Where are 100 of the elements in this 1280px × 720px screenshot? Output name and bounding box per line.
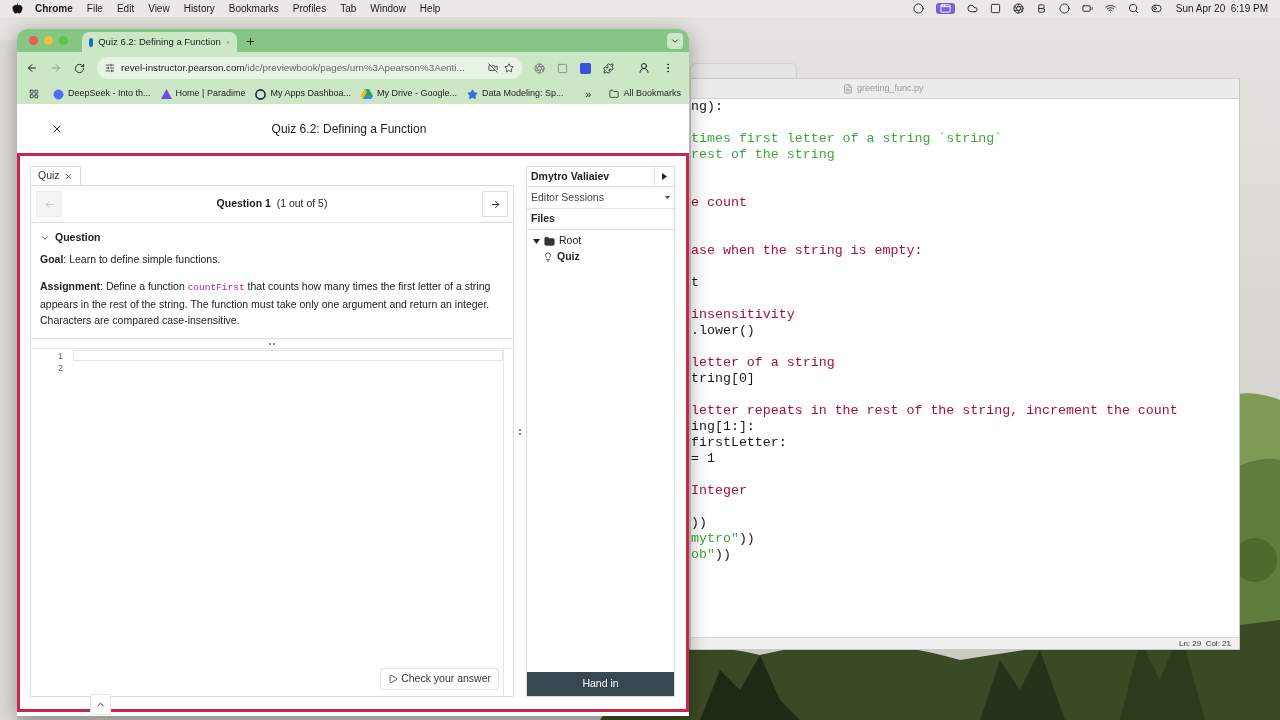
chevron-down-icon <box>670 36 680 46</box>
code-editor[interactable]: 1 2 Check your answer <box>31 348 513 696</box>
assignment-text: Assignment: Define a function countFirst that counts how many times the first letter of a string appears in the rest of the string. The function must take only one argument and return an integer. Characters are compared case-insensitive. <box>40 279 492 328</box>
quiz-tab[interactable]: Quiz <box>30 166 81 185</box>
caret-down-icon <box>665 196 670 199</box>
cloud-icon[interactable] <box>966 3 978 14</box>
section-toggle[interactable]: Question <box>40 230 504 246</box>
all-bookmarks-link[interactable]: All Bookmarks <box>623 87 681 101</box>
files-heading: Files <box>531 211 555 227</box>
code-line: .lower() <box>691 323 756 339</box>
code-line: )) <box>691 515 708 531</box>
code-line: times first letter of a string `string` <box>691 131 1004 147</box>
more-bookmarks-button[interactable]: » <box>585 85 592 103</box>
code-line: ng): <box>691 99 724 115</box>
bookmark-link[interactable]: Home | Paradime <box>175 87 246 101</box>
menu-item[interactable]: View <box>148 1 170 16</box>
menu-item[interactable]: Bookmarks <box>228 1 279 16</box>
page-title: Quiz 6.2: Defining a Function <box>270 120 428 138</box>
line-number: 2 <box>58 362 63 374</box>
star-icon[interactable] <box>504 63 514 73</box>
reload-icon[interactable] <box>74 62 85 74</box>
code-line: ase when the string is empty: <box>691 243 924 259</box>
extensions-icon[interactable] <box>603 62 614 74</box>
goal-text: Goal: Learn to define simple functions. <box>40 252 222 267</box>
arrow-left-icon <box>43 198 55 210</box>
app-menu[interactable]: Chrome <box>35 1 73 16</box>
aperture-icon[interactable] <box>1012 3 1024 14</box>
code-line: e count <box>691 195 748 211</box>
code-line: mytro")) <box>691 531 756 547</box>
file-icon <box>843 83 853 94</box>
check-answer-button[interactable]: Check your answer <box>380 668 499 690</box>
tree-item[interactable]: Quiz <box>543 249 674 265</box>
window-title: greeting_func.py <box>857 81 924 95</box>
menu-item[interactable]: History <box>183 1 215 16</box>
new-tab-icon[interactable] <box>245 36 256 47</box>
site-settings-icon[interactable] <box>105 63 115 73</box>
sessions-dropdown[interactable]: Editor Sessions <box>527 187 674 209</box>
circle-icon[interactable] <box>912 3 924 14</box>
menu-item[interactable]: File <box>86 1 103 16</box>
code-line: Integer <box>691 483 748 499</box>
code-line: = 1 <box>691 451 716 467</box>
code-line: letter of a string <box>691 355 836 371</box>
back-icon[interactable] <box>26 62 38 74</box>
toggle-icon[interactable] <box>1150 3 1162 14</box>
bookmark-link[interactable]: Data Modeling: Sp... <box>482 87 564 101</box>
tree-item[interactable]: Root <box>533 233 674 249</box>
browser-tab[interactable]: Quiz 6.2: Defining a Function <box>82 32 237 52</box>
menu-item[interactable]: Edit <box>116 1 135 16</box>
bookmark-link[interactable]: My Apps Dashboa... <box>270 87 351 101</box>
code-line: letter repeats in the rest of the string, increment the count <box>691 403 1179 419</box>
menu-item[interactable]: Window <box>370 1 406 16</box>
grip-icon[interactable] <box>269 342 275 345</box>
star-icon <box>467 88 478 100</box>
play-icon <box>388 674 399 684</box>
hand-in-button[interactable]: Hand in <box>527 672 674 696</box>
code-line: ing[1:]: <box>691 419 756 435</box>
window-icon[interactable] <box>935 3 955 14</box>
square-icon[interactable] <box>989 3 1001 14</box>
circle-icon[interactable] <box>1058 3 1070 14</box>
chevron-down-icon <box>40 233 50 243</box>
code-line: insensitivity <box>691 307 796 323</box>
caret-icon[interactable] <box>533 238 540 244</box>
question-heading: Question 1 (1 out of 5) <box>215 196 329 212</box>
extension-icon[interactable] <box>580 62 591 74</box>
profile-icon[interactable] <box>638 62 650 74</box>
circle-icon <box>53 88 64 100</box>
triangle-icon <box>360 89 373 99</box>
user-name: Dmytro Valiaiev <box>530 168 611 184</box>
lightbulb-icon <box>543 252 553 262</box>
url-text: revel-instructor.pearson.com/idc/previewbook/pages/urn%3Apearson%3Aenti... <box>121 60 466 75</box>
search-icon[interactable] <box>1127 3 1139 14</box>
folder-icon <box>544 235 555 247</box>
code-line: rest of the string <box>691 147 836 163</box>
wifi-icon[interactable] <box>1104 3 1116 14</box>
menu-item[interactable]: Help <box>419 1 441 16</box>
bookmark-link[interactable]: DeepSeek - Into th... <box>68 87 151 101</box>
cursor-position: Ln: 29 Col: 21 <box>1178 637 1231 649</box>
close-icon[interactable] <box>63 171 73 181</box>
caret-right-icon <box>662 173 667 180</box>
apps-icon[interactable] <box>29 89 39 99</box>
camera-off-icon[interactable] <box>488 63 498 73</box>
extension-icon[interactable] <box>534 62 545 74</box>
apple-icon[interactable] <box>12 3 23 14</box>
code-line: t <box>691 275 700 291</box>
code-line: tring[0] <box>691 371 756 387</box>
battery-icon[interactable] <box>1081 3 1093 14</box>
code-line: ob")) <box>691 547 732 563</box>
clock[interactable]: Sun Apr 20 6:19 PM <box>1175 1 1268 16</box>
menu-item[interactable]: Profiles <box>292 1 327 16</box>
tab-title: Quiz 6.2: Defining a Function <box>98 34 221 49</box>
ring-icon <box>255 88 267 100</box>
bold-icon[interactable] <box>1035 3 1047 14</box>
folder-icon <box>609 89 620 99</box>
site-icon <box>89 37 94 47</box>
menu-item[interactable]: Tab <box>340 1 357 16</box>
bookmark-link[interactable]: My Drive - Google... <box>376 87 457 101</box>
arrow-right-icon <box>489 198 501 210</box>
triangle-icon <box>160 89 172 99</box>
address-bar[interactable]: revel-instructor.pearson.com/idc/previewbook/pages/urn%3Apearson%3Aenti... <box>97 57 522 79</box>
line-number: 1 <box>58 350 63 362</box>
